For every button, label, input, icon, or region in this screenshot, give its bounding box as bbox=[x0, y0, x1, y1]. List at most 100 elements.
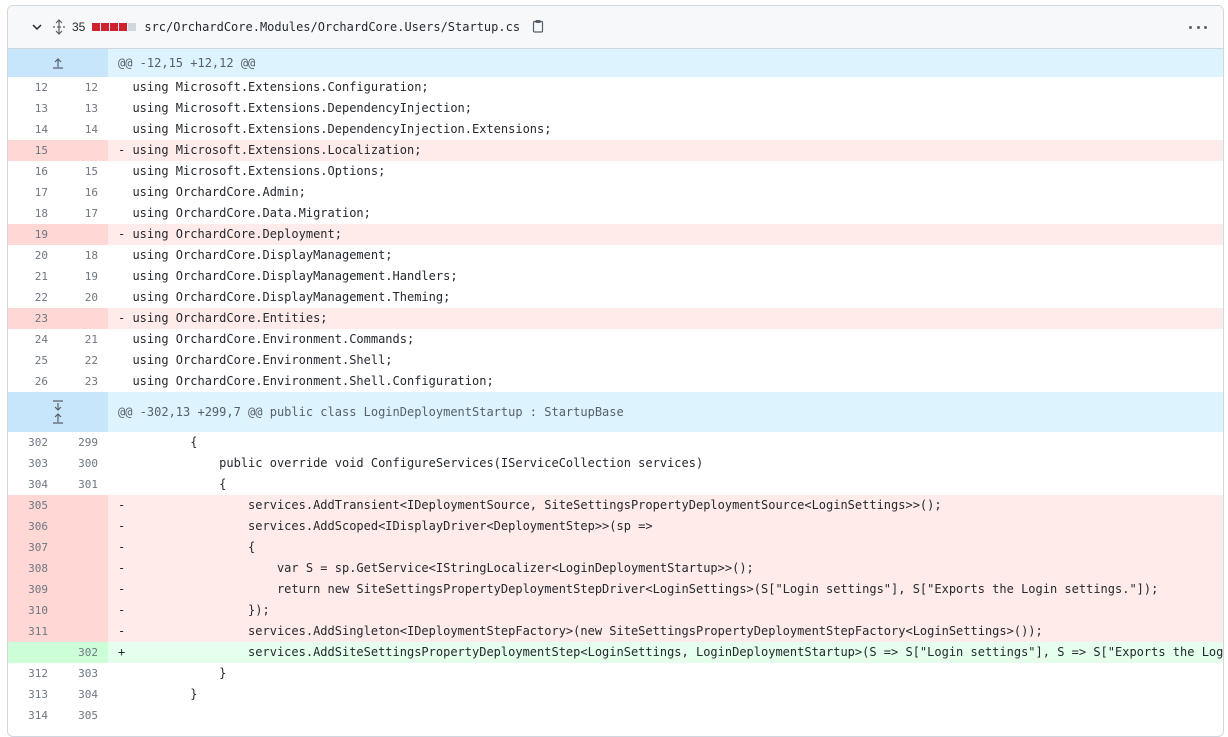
old-line-number[interactable]: 303 bbox=[8, 453, 48, 474]
context-line: 14 14 using Microsoft.Extensions.Dependen… bbox=[8, 119, 1223, 140]
context-line: 314 305 bbox=[8, 705, 1223, 726]
new-line-number[interactable] bbox=[48, 495, 98, 516]
old-line-number[interactable]: 302 bbox=[8, 432, 48, 453]
expand-up-icon[interactable] bbox=[8, 49, 108, 77]
code-text: - var S = sp.GetService<IStringLocalizer… bbox=[108, 558, 1223, 579]
hunk-text: @@ -302,13 +299,7 @@ public class LoginD… bbox=[118, 404, 624, 419]
code-text: - using OrchardCore.Entities; bbox=[108, 308, 1223, 329]
old-line-number[interactable]: 306 bbox=[8, 516, 48, 537]
code-text: - using OrchardCore.Deployment; bbox=[108, 224, 1223, 245]
old-line-number[interactable]: 22 bbox=[8, 287, 48, 308]
new-line-number[interactable]: 301 bbox=[48, 474, 98, 495]
code-text: - { bbox=[108, 537, 1223, 558]
new-line-number[interactable]: 20 bbox=[48, 287, 98, 308]
old-line-number[interactable]: 14 bbox=[8, 119, 48, 140]
old-line-number[interactable]: 17 bbox=[8, 182, 48, 203]
copy-icon[interactable] bbox=[532, 19, 546, 35]
chevron-down-icon[interactable] bbox=[30, 20, 44, 34]
unfold-icon[interactable] bbox=[52, 19, 66, 35]
context-line: 16 15 using Microsoft.Extensions.Options; bbox=[8, 161, 1223, 182]
more-options-icon[interactable] bbox=[1189, 19, 1207, 35]
old-line-number[interactable]: 312 bbox=[8, 663, 48, 684]
new-line-number[interactable]: 18 bbox=[48, 245, 98, 266]
new-line-number[interactable] bbox=[48, 579, 98, 600]
old-line-number[interactable]: 311 bbox=[8, 621, 48, 642]
old-line-number[interactable] bbox=[8, 642, 48, 663]
new-line-number[interactable]: 21 bbox=[48, 329, 98, 350]
old-line-number[interactable]: 308 bbox=[8, 558, 48, 579]
context-line: 18 17 using OrchardCore.Data.Migration; bbox=[8, 203, 1223, 224]
context-line: 304 301 { bbox=[8, 474, 1223, 495]
code-text: - using Microsoft.Extensions.Localizatio… bbox=[108, 140, 1223, 161]
new-line-number[interactable] bbox=[48, 308, 98, 329]
old-line-number[interactable]: 314 bbox=[8, 705, 48, 726]
context-line: 17 16 using OrchardCore.Admin; bbox=[8, 182, 1223, 203]
old-line-number[interactable]: 313 bbox=[8, 684, 48, 705]
code-text: using OrchardCore.Data.Migration; bbox=[118, 206, 371, 220]
old-line-number[interactable]: 16 bbox=[8, 161, 48, 182]
context-line: 24 21 using OrchardCore.Environment.Comma… bbox=[8, 329, 1223, 350]
old-line-number[interactable]: 15 bbox=[8, 140, 48, 161]
new-line-number[interactable] bbox=[48, 140, 98, 161]
old-line-number[interactable]: 19 bbox=[8, 224, 48, 245]
context-line: 22 20 using OrchardCore.DisplayManagement… bbox=[8, 287, 1223, 308]
old-line-number[interactable]: 310 bbox=[8, 600, 48, 621]
new-line-number[interactable] bbox=[48, 537, 98, 558]
deleted-line: 15 - using Microsoft.Extensions.Localizat… bbox=[8, 140, 1223, 161]
old-line-number[interactable]: 20 bbox=[8, 245, 48, 266]
new-line-number[interactable]: 19 bbox=[48, 266, 98, 287]
old-line-number[interactable]: 25 bbox=[8, 350, 48, 371]
new-line-number[interactable]: 13 bbox=[48, 98, 98, 119]
added-line: 302 + services.AddSiteSettingsPropertyDep… bbox=[8, 642, 1223, 663]
old-line-number[interactable]: 18 bbox=[8, 203, 48, 224]
new-line-number[interactable]: 305 bbox=[48, 705, 98, 726]
diff-body: @@ -12,15 +12,12 @@ 12 12 using Microsoft… bbox=[8, 49, 1223, 726]
new-line-number[interactable]: 12 bbox=[48, 77, 98, 98]
old-line-number[interactable]: 12 bbox=[8, 77, 48, 98]
code-text: - services.AddScoped<IDisplayDriver<Depl… bbox=[108, 516, 1223, 537]
old-line-number[interactable]: 26 bbox=[8, 371, 48, 392]
hunk-lines: 12 12 using Microsoft.Extensions.Configur… bbox=[8, 77, 1223, 392]
old-line-number[interactable]: 24 bbox=[8, 329, 48, 350]
deleted-line: 305 - services.AddTransient<IDeploymentSo… bbox=[8, 495, 1223, 516]
code-text: + services.AddSiteSettingsPropertyDeploy… bbox=[108, 642, 1223, 663]
code-text: - }); bbox=[108, 600, 1223, 621]
old-line-number[interactable]: 304 bbox=[8, 474, 48, 495]
code-text: } bbox=[118, 666, 227, 680]
diff-file: 35 src/OrchardCore.Modules/OrchardCore.U… bbox=[7, 5, 1224, 737]
new-line-number[interactable]: 23 bbox=[48, 371, 98, 392]
new-line-number[interactable]: 299 bbox=[48, 432, 98, 453]
new-line-number[interactable] bbox=[48, 621, 98, 642]
new-line-number[interactable]: 22 bbox=[48, 350, 98, 371]
old-line-number[interactable]: 305 bbox=[8, 495, 48, 516]
context-line: 313 304 } bbox=[8, 684, 1223, 705]
file-path[interactable]: src/OrchardCore.Modules/OrchardCore.User… bbox=[144, 20, 520, 34]
new-line-number[interactable] bbox=[48, 516, 98, 537]
new-line-number[interactable] bbox=[48, 600, 98, 621]
code-text: using Microsoft.Extensions.Options; bbox=[118, 164, 386, 178]
new-line-number[interactable]: 302 bbox=[48, 642, 98, 663]
context-line: 21 19 using OrchardCore.DisplayManagement… bbox=[8, 266, 1223, 287]
old-line-number[interactable]: 13 bbox=[8, 98, 48, 119]
new-line-number[interactable]: 303 bbox=[48, 663, 98, 684]
old-line-number[interactable]: 21 bbox=[8, 266, 48, 287]
new-line-number[interactable] bbox=[48, 558, 98, 579]
old-line-number[interactable]: 23 bbox=[8, 308, 48, 329]
file-header: 35 src/OrchardCore.Modules/OrchardCore.U… bbox=[8, 6, 1223, 49]
expand-icon[interactable] bbox=[8, 392, 108, 432]
new-line-number[interactable]: 304 bbox=[48, 684, 98, 705]
new-line-number[interactable]: 15 bbox=[48, 161, 98, 182]
old-line-number[interactable]: 307 bbox=[8, 537, 48, 558]
new-line-number[interactable]: 300 bbox=[48, 453, 98, 474]
code-text: using Microsoft.Extensions.DependencyInj… bbox=[118, 122, 552, 136]
code-text: - services.AddSingleton<IDeploymentStepF… bbox=[108, 621, 1223, 642]
new-line-number[interactable] bbox=[48, 224, 98, 245]
old-line-number[interactable]: 309 bbox=[8, 579, 48, 600]
new-line-number[interactable]: 17 bbox=[48, 203, 98, 224]
hunk-header: @@ -12,15 +12,12 @@ bbox=[8, 49, 1223, 77]
new-line-number[interactable]: 16 bbox=[48, 182, 98, 203]
code-text: using Microsoft.Extensions.DependencyInj… bbox=[118, 101, 473, 115]
new-line-number[interactable]: 14 bbox=[48, 119, 98, 140]
deleted-line: 306 - services.AddScoped<IDisplayDriver<D… bbox=[8, 516, 1223, 537]
